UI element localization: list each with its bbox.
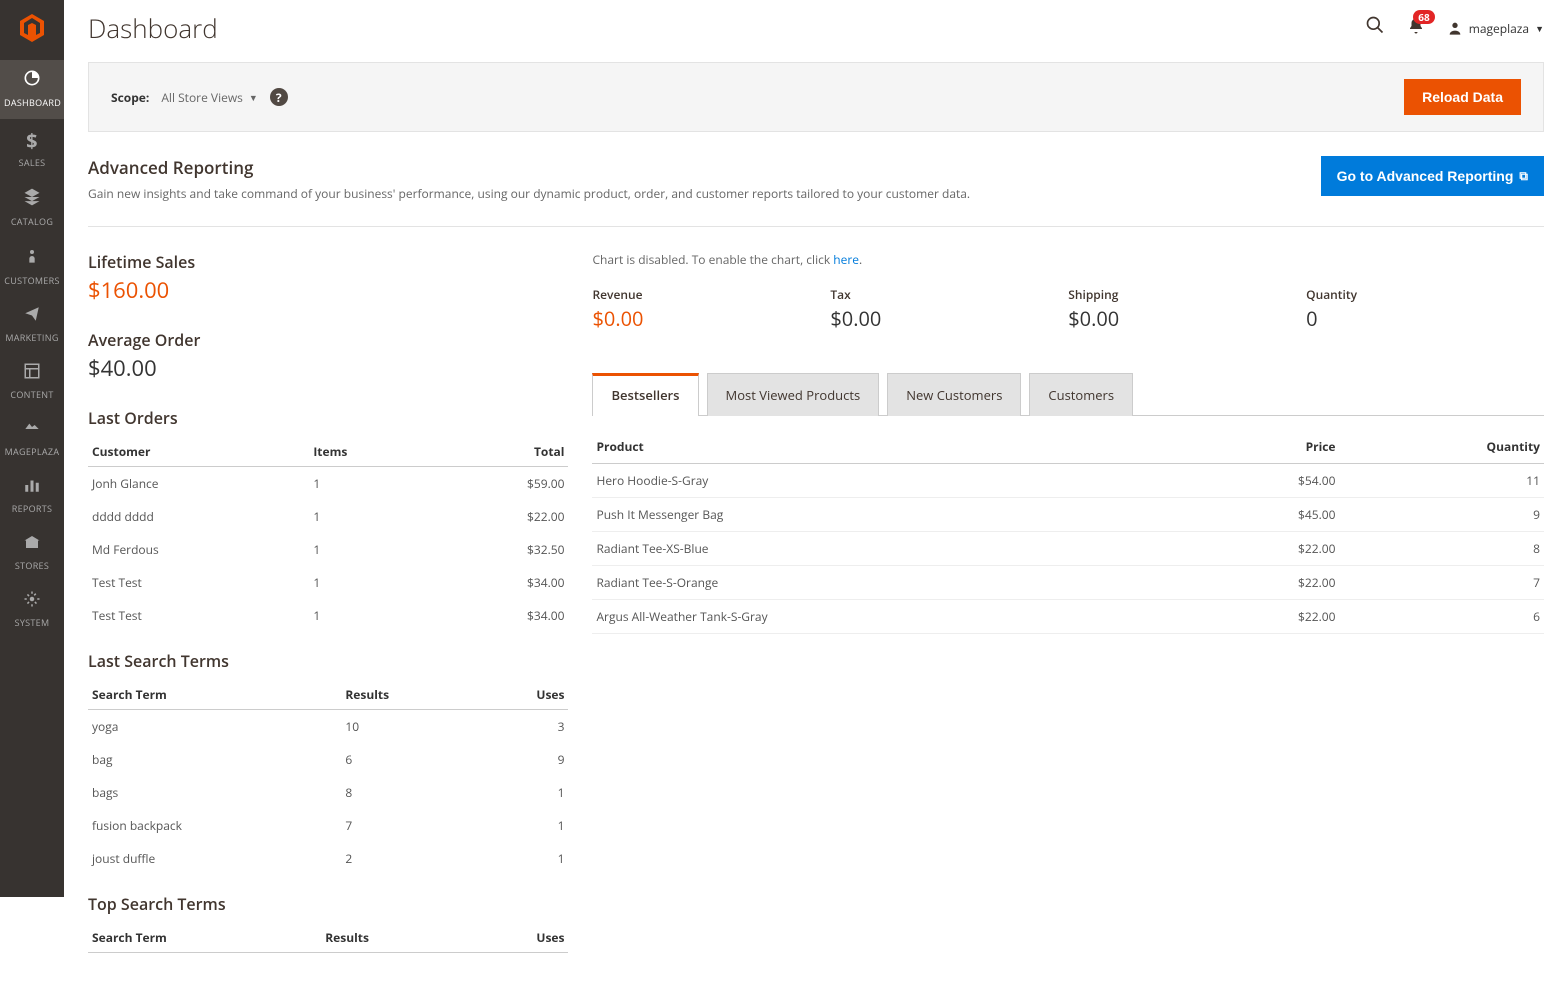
nav-icon — [4, 533, 60, 557]
username: mageplaza — [1469, 20, 1529, 37]
lifetime-sales-value: $160.00 — [88, 275, 568, 305]
notifications-icon[interactable]: 68 — [1407, 17, 1425, 39]
sidebar-item-reports[interactable]: REPORTS — [0, 468, 64, 525]
nav-icon — [4, 362, 60, 386]
nav-icon — [4, 68, 60, 94]
lifetime-sales-label: Lifetime Sales — [88, 251, 568, 273]
notification-badge: 68 — [1413, 10, 1434, 24]
nav-label: SALES — [4, 156, 60, 169]
tab-new-customers[interactable]: New Customers — [887, 373, 1021, 416]
nav-icon — [4, 187, 60, 213]
nav-label: REPORTS — [4, 502, 60, 515]
chevron-down-icon: ▼ — [1535, 22, 1544, 35]
nav-label: CATALOG — [4, 215, 60, 228]
table-row[interactable]: Md Ferdous1$32.50 — [88, 533, 568, 566]
sidebar-item-mageplaza[interactable]: MAGEPLAZA — [0, 411, 64, 468]
last-orders-table: Customer Items Total Jonh Glance1$59.00d… — [88, 437, 568, 632]
revenue-value: $0.00 — [592, 305, 830, 332]
admin-sidebar: DASHBOARD $ SALES CATALOG CUSTOMERS MARKETING… — [0, 0, 64, 897]
last-orders-title: Last Orders — [88, 407, 568, 429]
adv-report-desc: Gain new insights and take command of yo… — [88, 185, 1281, 202]
page-header: Dashboard 68 mageplaza ▼ — [88, 0, 1544, 62]
table-row[interactable]: fusion backpack71 — [88, 809, 568, 842]
last-search-table: Search Term Results Uses yoga103bag69bag… — [88, 680, 568, 875]
top-search-table: Search Term Results Uses — [88, 923, 568, 953]
revenue-label: Revenue — [592, 286, 830, 303]
report-tabs: Bestsellers Most Viewed Products New Cus… — [592, 372, 1544, 416]
go-to-advanced-reporting-button[interactable]: Go to Advanced Reporting ⧉ — [1321, 156, 1544, 196]
sidebar-item-stores[interactable]: STORES — [0, 525, 64, 582]
scope-bar: Scope: All Store Views ▼ ? Reload Data — [88, 62, 1544, 132]
nav-icon — [4, 305, 60, 329]
tax-label: Tax — [830, 286, 1068, 303]
nav-label: CONTENT — [4, 388, 60, 401]
last-search-title: Last Search Terms — [88, 650, 568, 672]
sidebar-item-content[interactable]: CONTENT — [0, 354, 64, 411]
table-row[interactable]: Hero Hoodie-S-Gray$54.0011 — [592, 464, 1544, 498]
tab-most-viewed[interactable]: Most Viewed Products — [707, 373, 880, 416]
nav-icon — [4, 476, 60, 500]
nav-label: DASHBOARD — [4, 96, 60, 109]
user-menu[interactable]: mageplaza ▼ — [1447, 20, 1544, 37]
magento-logo[interactable] — [0, 0, 64, 60]
summary-metrics: Revenue $0.00 Tax $0.00 Shipping $0.00 Q… — [592, 286, 1544, 332]
adv-report-title: Advanced Reporting — [88, 156, 1281, 179]
chart-disabled-note: Chart is disabled. To enable the chart, … — [592, 251, 1544, 268]
table-row[interactable]: Push It Messenger Bag$45.009 — [592, 498, 1544, 532]
chevron-down-icon: ▼ — [249, 91, 258, 104]
scope-label: Scope: — [111, 89, 149, 106]
nav-label: MARKETING — [4, 331, 60, 344]
quantity-value: 0 — [1306, 305, 1544, 332]
table-row[interactable]: joust duffle21 — [88, 842, 568, 875]
tax-value: $0.00 — [830, 305, 1068, 332]
scope-selector[interactable]: All Store Views ▼ — [161, 89, 257, 106]
page-title: Dashboard — [88, 10, 1365, 46]
table-row[interactable]: yoga103 — [88, 710, 568, 744]
advanced-reporting-banner: Advanced Reporting Gain new insights and… — [88, 132, 1544, 227]
nav-label: SYSTEM — [4, 616, 60, 629]
sidebar-item-marketing[interactable]: MARKETING — [0, 297, 64, 354]
top-search-title: Top Search Terms — [88, 893, 568, 915]
reload-data-button[interactable]: Reload Data — [1404, 79, 1521, 115]
sidebar-item-sales[interactable]: $ SALES — [0, 119, 64, 179]
quantity-label: Quantity — [1306, 286, 1544, 303]
nav-label: CUSTOMERS — [4, 274, 60, 287]
nav-label: MAGEPLAZA — [4, 445, 60, 458]
table-row[interactable]: dddd dddd1$22.00 — [88, 500, 568, 533]
sidebar-item-system[interactable]: SYSTEM — [0, 582, 64, 639]
table-row[interactable]: Argus All-Weather Tank-S-Gray$22.006 — [592, 600, 1544, 634]
sidebar-item-catalog[interactable]: CATALOG — [0, 179, 64, 238]
table-row[interactable]: Radiant Tee-S-Orange$22.007 — [592, 566, 1544, 600]
tab-customers[interactable]: Customers — [1029, 373, 1133, 416]
search-icon[interactable] — [1365, 15, 1385, 41]
table-row[interactable]: Jonh Glance1$59.00 — [88, 467, 568, 501]
table-row[interactable]: Test Test1$34.00 — [88, 599, 568, 632]
tab-bestsellers[interactable]: Bestsellers — [592, 373, 698, 416]
external-link-icon: ⧉ — [1519, 169, 1528, 184]
table-row[interactable]: bags81 — [88, 776, 568, 809]
nav-icon — [4, 246, 60, 272]
average-order-value: $40.00 — [88, 353, 568, 383]
sidebar-item-dashboard[interactable]: DASHBOARD — [0, 60, 64, 119]
table-row[interactable]: bag69 — [88, 743, 568, 776]
shipping-label: Shipping — [1068, 286, 1306, 303]
enable-chart-link[interactable]: here — [833, 251, 859, 268]
bestsellers-table: Product Price Quantity Hero Hoodie-S-Gra… — [592, 430, 1544, 634]
help-icon[interactable]: ? — [270, 88, 288, 106]
average-order-label: Average Order — [88, 329, 568, 351]
nav-icon — [4, 419, 60, 443]
table-row[interactable]: Test Test1$34.00 — [88, 566, 568, 599]
nav-icon — [4, 590, 60, 614]
nav-label: STORES — [4, 559, 60, 572]
shipping-value: $0.00 — [1068, 305, 1306, 332]
sidebar-item-customers[interactable]: CUSTOMERS — [0, 238, 64, 297]
nav-icon: $ — [4, 127, 60, 154]
table-row[interactable]: Radiant Tee-XS-Blue$22.008 — [592, 532, 1544, 566]
